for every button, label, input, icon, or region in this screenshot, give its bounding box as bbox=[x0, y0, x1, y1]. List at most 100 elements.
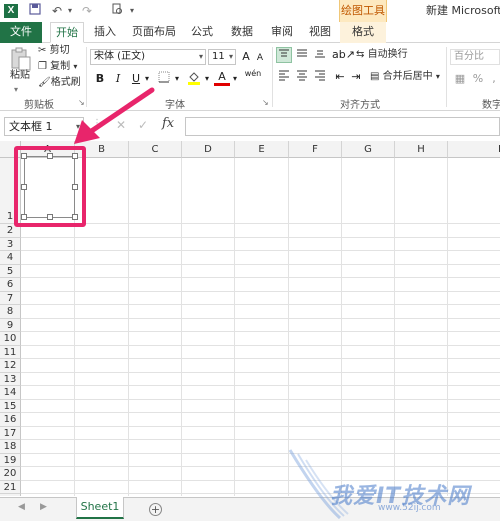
copy-button[interactable]: ❐ 复制 ▾ bbox=[38, 60, 77, 74]
row-header[interactable]: 18 bbox=[0, 440, 21, 454]
grid-line bbox=[21, 291, 500, 292]
row-header[interactable]: 22 bbox=[0, 494, 21, 496]
watermark-url: www.52ij.com bbox=[378, 503, 441, 513]
comma-style-button[interactable]: , bbox=[486, 71, 500, 87]
phonetic-label: wén bbox=[244, 69, 262, 78]
excel-icon: X bbox=[4, 4, 18, 18]
cut-button[interactable]: ✂ 剪切 bbox=[38, 44, 70, 58]
row-header[interactable]: 5 bbox=[0, 265, 21, 278]
save-icon[interactable] bbox=[28, 3, 42, 19]
insert-function-button[interactable]: fx bbox=[162, 116, 174, 131]
add-sheet-button[interactable]: + bbox=[149, 503, 162, 516]
copy-label: 复制 bbox=[50, 61, 71, 72]
row-header[interactable]: 11 bbox=[0, 346, 21, 359]
font-name-select[interactable]: 宋体 (正文) ▾ bbox=[90, 49, 206, 65]
phonetic-button[interactable]: wén bbox=[244, 69, 262, 85]
number-format-select[interactable]: 百分比 bbox=[450, 49, 500, 65]
tab-home[interactable]: 开始 bbox=[50, 22, 84, 43]
row-header[interactable]: 13 bbox=[0, 373, 21, 386]
tab-insert[interactable]: 插入 bbox=[88, 22, 122, 43]
row-header[interactable]: 8 bbox=[0, 305, 21, 319]
merge-center-button[interactable]: ▤ 合并后居中 ▾ bbox=[370, 70, 440, 84]
align-right-button[interactable] bbox=[312, 69, 328, 85]
paste-label[interactable]: 粘贴 bbox=[10, 69, 30, 83]
column-header[interactable]: G bbox=[342, 141, 395, 158]
row-header[interactable]: 19 bbox=[0, 454, 21, 467]
grid-line bbox=[21, 358, 500, 359]
align-top-button[interactable] bbox=[276, 47, 292, 63]
currency-icon: ▦ bbox=[454, 72, 466, 85]
row-header[interactable]: 4 bbox=[0, 251, 21, 265]
fill-color-dropdown-icon[interactable]: ▾ bbox=[202, 71, 212, 87]
wrap-text-button[interactable]: ⇆ 自动换行 bbox=[356, 48, 408, 62]
row-header[interactable]: 6 bbox=[0, 278, 21, 292]
row-header[interactable]: 10 bbox=[0, 332, 21, 346]
formula-input[interactable] bbox=[185, 117, 500, 136]
redo-icon[interactable]: ↷ bbox=[80, 3, 94, 19]
grid-line bbox=[21, 250, 500, 251]
font-launcher-icon[interactable]: ↘ bbox=[262, 98, 269, 107]
currency-button[interactable]: ▦ bbox=[452, 71, 468, 87]
orientation-button[interactable]: ab↗ bbox=[332, 47, 355, 63]
decrease-indent-button[interactable]: ⇤ bbox=[332, 69, 348, 85]
grid-line bbox=[21, 412, 500, 413]
row-header[interactable]: 3 bbox=[0, 238, 21, 251]
column-header[interactable]: E bbox=[235, 141, 289, 158]
borders-dropdown-icon[interactable]: ▾ bbox=[172, 71, 182, 87]
chevron-down-icon: ▾ bbox=[228, 52, 233, 61]
number-group-label: 数字 bbox=[482, 100, 500, 111]
row-header[interactable]: 15 bbox=[0, 400, 21, 413]
percent-icon: % bbox=[472, 72, 484, 85]
next-sheet-icon[interactable]: ▶ bbox=[40, 502, 47, 512]
sheet-tab-sheet1[interactable]: Sheet1 bbox=[76, 497, 124, 519]
row-header[interactable]: 7 bbox=[0, 292, 21, 305]
print-preview-icon[interactable] bbox=[110, 3, 124, 19]
increase-indent-button[interactable]: ⇥ bbox=[348, 69, 364, 85]
column-header[interactable]: I bbox=[448, 141, 500, 158]
grid-line bbox=[394, 158, 395, 496]
shrink-font-button[interactable]: A bbox=[252, 50, 268, 66]
grid-line bbox=[21, 304, 500, 305]
row-header[interactable]: 14 bbox=[0, 386, 21, 400]
customize-qat-icon[interactable]: ▾ bbox=[128, 3, 136, 19]
align-left-button[interactable] bbox=[276, 69, 292, 85]
fill-color-button[interactable] bbox=[186, 71, 202, 87]
cut-label: 剪切 bbox=[49, 45, 70, 56]
tab-review[interactable]: 审阅 bbox=[266, 22, 298, 43]
undo-dropdown-icon[interactable]: ▾ bbox=[66, 3, 74, 19]
prev-sheet-icon[interactable]: ◀ bbox=[18, 502, 25, 512]
grid-line bbox=[21, 331, 500, 332]
tab-page-layout[interactable]: 页面布局 bbox=[130, 22, 178, 43]
tab-file[interactable]: 文件 bbox=[0, 22, 42, 43]
font-color-dropdown-icon[interactable]: ▾ bbox=[230, 71, 240, 87]
group-divider bbox=[446, 47, 447, 107]
align-bottom-button[interactable] bbox=[312, 47, 328, 63]
row-header[interactable]: 21 bbox=[0, 481, 21, 494]
row-header[interactable]: 20 bbox=[0, 467, 21, 481]
orientation-icon: ab↗ bbox=[332, 48, 355, 61]
row-header[interactable]: 12 bbox=[0, 359, 21, 373]
paste-dropdown-icon[interactable]: ▾ bbox=[14, 83, 18, 97]
row-header[interactable]: 9 bbox=[0, 319, 21, 332]
column-header[interactable]: D bbox=[182, 141, 235, 158]
grid-line bbox=[234, 158, 235, 496]
percent-button[interactable]: % bbox=[470, 71, 486, 87]
align-middle-button[interactable] bbox=[294, 47, 310, 63]
align-center-button[interactable] bbox=[294, 69, 310, 85]
row-header[interactable]: 17 bbox=[0, 427, 21, 440]
comma-icon: , bbox=[492, 72, 496, 85]
tab-view[interactable]: 视图 bbox=[304, 22, 336, 43]
align-right-icon bbox=[315, 70, 325, 81]
font-size-select[interactable]: 11 ▾ bbox=[208, 49, 236, 65]
column-header[interactable]: F bbox=[289, 141, 342, 158]
row-header[interactable]: 16 bbox=[0, 413, 21, 427]
tab-data[interactable]: 数据 bbox=[226, 22, 258, 43]
grid-line bbox=[21, 466, 500, 467]
column-header[interactable]: H bbox=[395, 141, 448, 158]
tab-formulas[interactable]: 公式 bbox=[186, 22, 218, 43]
font-color-button[interactable]: A bbox=[214, 69, 230, 86]
borders-icon bbox=[158, 71, 170, 83]
tab-format[interactable]: 格式 bbox=[340, 22, 386, 43]
undo-icon[interactable]: ↶ bbox=[50, 3, 64, 19]
grid-line bbox=[181, 158, 182, 496]
